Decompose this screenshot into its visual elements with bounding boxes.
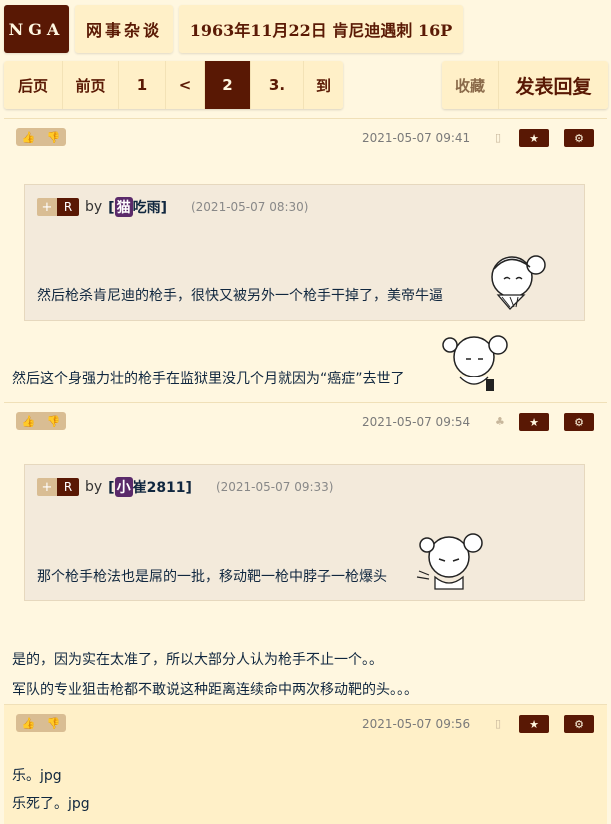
quote-block: + R by [小崔2811] (2021-05-07 09:33) 那个枪手枪…	[24, 464, 585, 601]
post: 👍 👎 2021-05-07 09:41 ▯ ★ ⚙ + R by [猫吃雨] (…	[4, 118, 607, 402]
vote-buttons[interactable]: 👍 👎	[16, 412, 66, 430]
thumbs-up-icon[interactable]: 👍	[22, 717, 36, 730]
star-icon[interactable]: ★	[519, 129, 549, 147]
post-header: 👍 👎 2021-05-07 09:54 ♣ ★ ⚙	[4, 403, 607, 433]
by-label: by	[85, 479, 103, 495]
post: 👍 👎 2021-05-07 09:54 ♣ ★ ⚙ + R by [小崔2811…	[4, 402, 607, 704]
anime-girl-sticker	[416, 533, 483, 590]
post-content-line: 乐。jpg	[12, 768, 62, 784]
quoted-username[interactable]: [小崔2811]	[108, 477, 192, 497]
by-label: by	[85, 199, 103, 215]
quote-time: (2021-05-07 08:30)	[190, 200, 309, 214]
star-icon[interactable]: ★	[519, 715, 549, 733]
username-text: 吃雨]	[132, 200, 167, 216]
reply-quote-button[interactable]: R	[57, 478, 79, 496]
prev-page-button[interactable]: 前页	[63, 61, 119, 109]
thumbs-up-icon[interactable]: 👍	[22, 131, 36, 144]
reply-quote-button[interactable]: R	[57, 198, 79, 216]
gear-icon[interactable]: ⚙	[564, 715, 594, 733]
post-content-line: 乐死了。jpg	[12, 796, 90, 812]
quote-text: 那个枪手枪法也是屌的一批，移动靶一枪中脖子一枪爆头	[37, 569, 387, 585]
username-text: 崔2811]	[132, 480, 192, 496]
forum-link[interactable]: 网事杂谈	[75, 5, 173, 53]
last-page-button[interactable]: 后页	[4, 61, 63, 109]
android-device-icon: ♣	[495, 415, 505, 428]
thumbs-down-icon[interactable]: 👎	[47, 131, 61, 144]
star-icon[interactable]: ★	[519, 413, 549, 431]
thumbs-down-icon[interactable]: 👎	[47, 415, 61, 428]
thread-actions: 收藏 发表回复	[442, 61, 608, 109]
user-badge: 小	[114, 477, 133, 497]
quote-block: + R by [猫吃雨] (2021-05-07 08:30) 然后枪杀肯尼迪的…	[24, 184, 585, 321]
nga-logo-link[interactable]: NGA	[4, 5, 69, 53]
bracket: [	[108, 200, 115, 216]
post-time: 2021-05-07 09:54	[362, 415, 471, 429]
page-3-button[interactable]: 3.	[251, 61, 304, 109]
bracket: [	[108, 480, 115, 496]
quote-header: + R by [猫吃雨] (2021-05-07 08:30)	[37, 197, 308, 217]
anime-girl-sticker	[491, 255, 546, 310]
thread-title-link[interactable]: 1963年11月22日 肯尼迪遇刺 16P	[179, 5, 463, 53]
post-time: 2021-05-07 09:41	[362, 131, 471, 145]
thumbs-up-icon[interactable]: 👍	[22, 415, 36, 428]
post-content: 然后这个身强力壮的枪手在监狱里没几个月就因为“癌症”去世了	[12, 371, 405, 387]
pagination: 后页 前页 1 < 2 3. 到	[4, 61, 343, 109]
gear-icon[interactable]: ⚙	[564, 413, 594, 431]
post-header: 👍 👎 2021-05-07 09:56 ▯ ★ ⚙	[4, 705, 607, 735]
mobile-device-icon: ▯	[495, 717, 502, 730]
quote-text: 然后枪杀肯尼迪的枪手，很快又被另外一个枪手干掉了，美帝牛逼	[37, 288, 443, 304]
gear-icon[interactable]: ⚙	[564, 129, 594, 147]
thumbs-down-icon[interactable]: 👎	[47, 717, 61, 730]
plus-button[interactable]: +	[37, 478, 57, 496]
post-time: 2021-05-07 09:56	[362, 717, 471, 731]
reply-button[interactable]: 发表回复	[499, 61, 608, 109]
breadcrumb: NGA 网事杂谈 1963年11月22日 肯尼迪遇刺 16P	[4, 5, 463, 53]
vote-buttons[interactable]: 👍 👎	[16, 128, 66, 146]
vote-buttons[interactable]: 👍 👎	[16, 714, 66, 732]
goto-page-button[interactable]: 到	[304, 61, 343, 109]
quote-time: (2021-05-07 09:33)	[215, 480, 334, 494]
quote-header: + R by [小崔2811] (2021-05-07 09:33)	[37, 477, 333, 497]
prev-arrow-button[interactable]: <	[166, 61, 205, 109]
post-header: 👍 👎 2021-05-07 09:41 ▯ ★ ⚙	[4, 119, 607, 149]
plus-button[interactable]: +	[37, 198, 57, 216]
favorite-button[interactable]: 收藏	[442, 61, 499, 109]
post: 👍 👎 2021-05-07 09:56 ▯ ★ ⚙ 乐。jpg 乐死了。jpg	[4, 704, 607, 824]
mobile-device-icon: ▯	[495, 131, 502, 144]
post-content-line: 军队的专业狙击枪都不敢说这种距离连续命中两次移动靶的头。。。	[12, 682, 418, 698]
page-1-button[interactable]: 1	[119, 61, 166, 109]
quoted-username[interactable]: [猫吃雨]	[108, 197, 167, 217]
user-badge: 猫	[114, 197, 133, 217]
page-2-current[interactable]: 2	[205, 61, 251, 109]
post-content-line: 是的，因为实在太准了，所以大部分人认为枪手不止一个。。	[12, 652, 383, 668]
anime-girl-sticker	[442, 335, 508, 391]
